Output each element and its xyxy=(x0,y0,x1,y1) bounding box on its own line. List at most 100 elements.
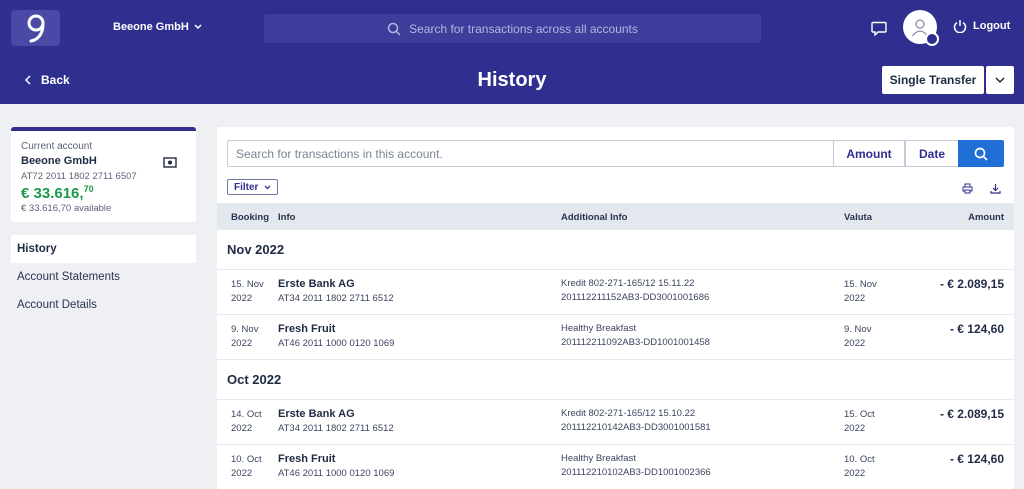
avatar[interactable] xyxy=(903,10,939,46)
sidebar-item-account-details[interactable]: Account Details xyxy=(11,291,196,319)
account-balance: € 33.616,70 xyxy=(21,184,186,202)
transaction-info: Fresh Fruit AT46 2011 1000 0120 1069 xyxy=(278,322,394,351)
page-title: History xyxy=(477,69,547,91)
header-info[interactable]: Info xyxy=(278,212,295,223)
transaction-amount: - € 2.089,15 xyxy=(939,277,1004,291)
transaction-info: Erste Bank AG AT34 2011 1802 2711 6512 xyxy=(278,277,394,306)
date-filter-button[interactable]: Date xyxy=(905,140,959,167)
balance-cents: 70 xyxy=(83,184,94,194)
global-search-placeholder: Search for transactions across all accou… xyxy=(409,21,638,36)
download-icon[interactable] xyxy=(990,181,1001,199)
group-title: Nov 2022 xyxy=(227,242,285,257)
header-booking[interactable]: Booking xyxy=(231,212,269,223)
chevron-down-icon xyxy=(264,185,271,189)
chevron-down-icon xyxy=(995,76,1005,83)
group-divider xyxy=(217,359,1014,360)
booking-date: 9. Nov 2022 xyxy=(231,323,276,351)
counterparty-name: Fresh Fruit xyxy=(278,453,336,465)
search-button[interactable] xyxy=(958,140,1004,167)
filter-button[interactable]: Filter xyxy=(227,179,279,195)
booking-year: 2022 xyxy=(231,423,253,434)
table-row[interactable]: 14. Oct 2022 Erste Bank AG AT34 2011 1802 … xyxy=(217,399,1014,444)
history-panel: Search for transactions in this account.… xyxy=(217,127,1014,489)
amount-filter-button[interactable]: Amount xyxy=(833,140,905,167)
valuta-day: 15. Oct xyxy=(844,409,875,420)
booking-year: 2022 xyxy=(231,338,253,349)
single-transfer-button[interactable]: Single Transfer xyxy=(882,66,984,94)
chevron-down-icon xyxy=(194,24,202,30)
account-name: Beeone GmbH xyxy=(21,155,97,167)
counterparty-name: Fresh Fruit xyxy=(278,323,336,335)
additional-line-1: Healthy Breakfast xyxy=(561,323,636,334)
booking-day: 10. Oct xyxy=(231,454,262,465)
additional-line-2: 201112211152AB3-DD3001001686 xyxy=(561,292,710,303)
table-row[interactable]: 10. Oct 2022 Fresh Fruit AT46 2011 1000 01… xyxy=(217,444,1014,489)
sidebar-item-history[interactable]: History xyxy=(11,235,196,263)
booking-date: 10. Oct 2022 xyxy=(231,453,276,481)
additional-info: Kredit 802-271-165/12 15.10.22 2011122101… xyxy=(561,407,711,435)
account-search-placeholder: Search for transactions in this account. xyxy=(236,146,443,161)
valuta-date: 10. Oct 2022 xyxy=(844,453,889,481)
chat-icon[interactable] xyxy=(870,19,888,37)
search-icon xyxy=(387,22,401,36)
booking-day: 9. Nov xyxy=(231,324,259,335)
booking-day: 14. Oct xyxy=(231,409,262,420)
table-header: Booking Info Additional Info Valuta Amou… xyxy=(217,203,1014,230)
additional-line-1: Kredit 802-271-165/12 15.10.22 xyxy=(561,408,696,419)
account-card[interactable]: Current account Beeone GmbH AT72 2011 18… xyxy=(11,127,196,222)
counterparty-iban: AT34 2011 1802 2711 6512 xyxy=(278,293,394,304)
booking-date: 14. Oct 2022 xyxy=(231,408,276,436)
transaction-amount: - € 124,60 xyxy=(949,452,1004,466)
valuta-date: 15. Nov 2022 xyxy=(844,278,889,306)
header-valuta[interactable]: Valuta xyxy=(844,212,872,223)
wallet-icon xyxy=(163,155,177,173)
brand-logo-icon[interactable] xyxy=(11,10,60,46)
sidebar-nav: History Account Statements Account Detai… xyxy=(11,235,196,319)
company-name: Beeone GmbH xyxy=(113,21,189,33)
additional-line-1: Kredit 802-271-165/12 15.11.22 xyxy=(561,278,695,289)
table-row[interactable]: 9. Nov 2022 Fresh Fruit AT46 2011 1000 012… xyxy=(217,314,1014,359)
transfer-options-button[interactable] xyxy=(986,66,1014,94)
additional-line-2: 201112210142AB3-DD3001001581 xyxy=(561,422,711,433)
additional-info: Kredit 802-271-165/12 15.11.22 2011122111… xyxy=(561,277,709,305)
account-search-input[interactable]: Search for transactions in this account. xyxy=(227,140,834,167)
valuta-date: 15. Oct 2022 xyxy=(844,408,889,436)
additional-line-2: 201112211092AB3-DD1001001458 xyxy=(561,337,710,348)
counterparty-name: Erste Bank AG xyxy=(278,278,355,290)
header-additional-info[interactable]: Additional Info xyxy=(561,212,628,223)
transaction-info: Fresh Fruit AT46 2011 1000 0120 1069 xyxy=(278,452,394,481)
valuta-day: 10. Oct xyxy=(844,454,875,465)
filter-label: Filter xyxy=(234,181,259,193)
account-type-label: Current account xyxy=(21,141,93,152)
transaction-info: Erste Bank AG AT34 2011 1802 2711 6512 xyxy=(278,407,394,436)
booking-day: 15. Nov xyxy=(231,279,264,290)
power-icon xyxy=(953,20,967,33)
transaction-amount: - € 124,60 xyxy=(949,322,1004,336)
account-available: € 33.616,70 available xyxy=(21,203,112,214)
counterparty-iban: AT46 2011 1000 0120 1069 xyxy=(278,468,395,479)
transaction-amount: - € 2.089,15 xyxy=(939,407,1004,421)
global-search-input[interactable]: Search for transactions across all accou… xyxy=(264,14,761,43)
valuta-year: 2022 xyxy=(844,338,866,349)
settings-badge-icon xyxy=(925,32,939,46)
valuta-year: 2022 xyxy=(844,293,866,304)
additional-line-1: Healthy Breakfast xyxy=(561,453,636,464)
logout-button[interactable]: Logout xyxy=(953,19,1010,33)
company-switcher[interactable]: Beeone GmbH xyxy=(113,21,202,33)
logout-label: Logout xyxy=(973,20,1011,32)
print-icon[interactable] xyxy=(962,181,973,199)
counterparty-iban: AT46 2011 1000 0120 1069 xyxy=(278,338,395,349)
account-iban: AT72 2011 1802 2711 6507 xyxy=(21,171,137,182)
table-row[interactable]: 15. Nov 2022 Erste Bank AG AT34 2011 1802 … xyxy=(217,269,1014,314)
booking-year: 2022 xyxy=(231,468,253,479)
search-icon xyxy=(974,147,988,161)
page-header: Back History Single Transfer xyxy=(0,56,1024,104)
counterparty-name: Erste Bank AG xyxy=(278,408,355,420)
counterparty-iban: AT34 2011 1802 2711 6512 xyxy=(278,423,394,434)
sidebar-item-account-statements[interactable]: Account Statements xyxy=(11,263,196,291)
additional-info: Healthy Breakfast 201112211092AB3-DD10010… xyxy=(561,322,710,350)
top-bar: Beeone GmbH Search for transactions acro… xyxy=(0,0,1024,56)
valuta-day: 9. Nov xyxy=(844,324,872,335)
header-amount[interactable]: Amount xyxy=(968,212,1004,223)
group-title: Oct 2022 xyxy=(227,372,282,387)
